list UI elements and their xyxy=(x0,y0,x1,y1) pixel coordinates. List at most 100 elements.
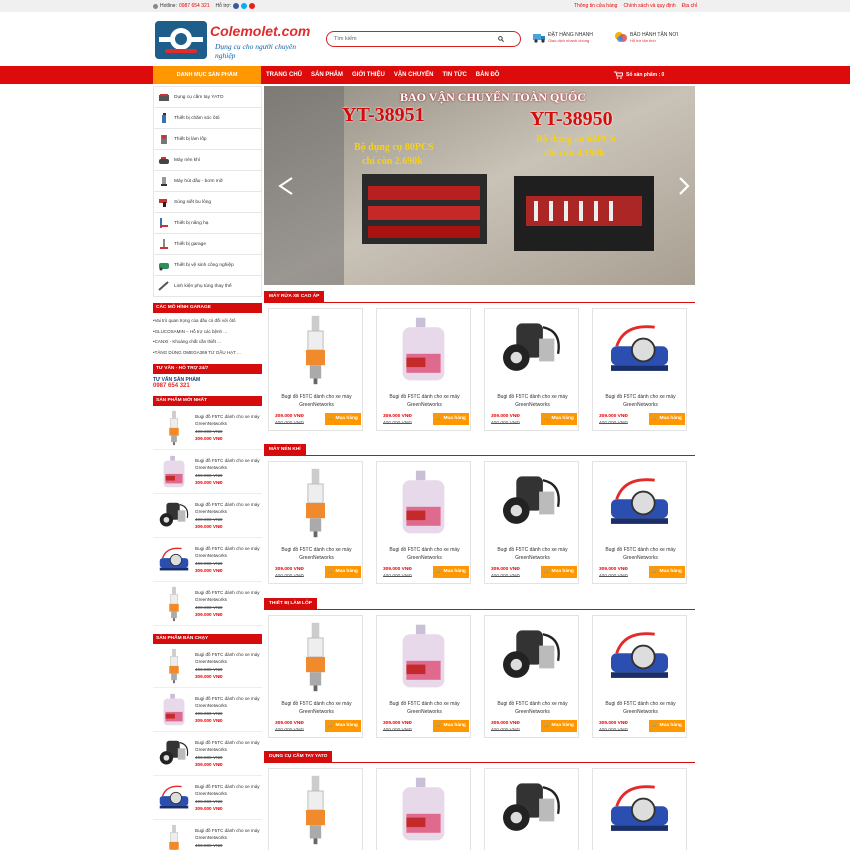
slider-next-button[interactable] xyxy=(679,174,693,198)
product-name[interactable]: Bugi đồ F5TC dành cho xe máy GreenNetwor… xyxy=(488,393,577,409)
product-card[interactable]: Bugi đồ F5TC dành cho xe máy GreenNetwor… xyxy=(484,461,579,584)
sidebar-product-image[interactable] xyxy=(153,779,195,817)
search-icon[interactable] xyxy=(498,36,504,42)
sidebar-product-name[interactable]: Bugi đồ F5TC dành cho xe máy GreenNetwor… xyxy=(195,651,260,666)
section-title[interactable]: THIẾT BỊ LÀM LỐP xyxy=(264,598,317,610)
product-name[interactable]: Bugi đồ F5TC dành cho xe máy GreenNetwor… xyxy=(272,700,361,716)
skype-icon[interactable] xyxy=(241,3,248,9)
product-image[interactable] xyxy=(271,465,360,541)
category-item[interactable]: Thiết bị garage xyxy=(154,234,261,255)
buy-button[interactable]: 🛒 Mua hàng xyxy=(433,413,469,425)
category-item[interactable]: Thiết bị chăm sóc ôtô xyxy=(154,108,261,129)
product-card[interactable]: Bugi đồ F5TC dành cho xe máy GreenNetwor… xyxy=(268,768,363,850)
product-name[interactable]: Bugi đồ F5TC dành cho xe máy GreenNetwor… xyxy=(272,393,361,409)
news-item[interactable]: •TĂNG DÙNG OMEGA369 TỪ DẦU HẠT ... xyxy=(153,348,262,359)
product-card[interactable]: Bugi đồ F5TC dành cho xe máy GreenNetwor… xyxy=(268,461,363,584)
sidebar-product-name[interactable]: Bugi đồ F5TC dành cho xe máy GreenNetwor… xyxy=(195,413,260,428)
buy-button[interactable]: 🛒 Mua hàng xyxy=(649,566,685,578)
buy-button[interactable]: 🛒 Mua hàng xyxy=(325,720,361,732)
product-name[interactable]: Bugi đồ F5TC dành cho xe máy GreenNetwor… xyxy=(380,393,469,409)
product-name[interactable]: Bugi đồ F5TC dành cho xe máy GreenNetwor… xyxy=(596,700,685,716)
product-card[interactable]: Bugi đồ F5TC dành cho xe máy GreenNetwor… xyxy=(484,308,579,431)
product-name[interactable]: Bugi đồ F5TC dành cho xe máy GreenNetwor… xyxy=(596,546,685,562)
product-name[interactable]: Bugi đồ F5TC dành cho xe máy GreenNetwor… xyxy=(596,393,685,409)
sidebar-product-name[interactable]: Bugi đồ F5TC dành cho xe máy GreenNetwor… xyxy=(195,545,260,560)
banner-slider[interactable]: BAO VẬN CHUYỂN TOÀN QUỐC YT-38951 Bộ dụn… xyxy=(264,86,695,285)
sidebar-product-image[interactable] xyxy=(153,647,195,685)
facebook-icon[interactable] xyxy=(233,3,240,9)
sidebar-product[interactable]: Bugi đồ F5TC dành cho xe máy GreenNetwor… xyxy=(153,582,262,626)
sidebar-product[interactable]: Bugi đồ F5TC dành cho xe máy GreenNetwor… xyxy=(153,820,262,850)
product-image[interactable] xyxy=(379,312,468,388)
category-item[interactable]: Thiết bị vệ sinh công nghiệp xyxy=(154,255,261,276)
news-item[interactable]: •Vai trò quan trọng của dầu có đối với ô… xyxy=(153,316,262,327)
sidebar-product[interactable]: Bugi đồ F5TC dành cho xe máy GreenNetwor… xyxy=(153,688,262,732)
section-title[interactable]: MÁY NÉN KHÍ xyxy=(264,444,306,456)
product-name[interactable]: Bugi đồ F5TC dành cho xe máy GreenNetwor… xyxy=(380,546,469,562)
product-image[interactable] xyxy=(271,772,360,848)
product-card[interactable]: Bugi đồ F5TC dành cho xe máy GreenNetwor… xyxy=(376,461,471,584)
sidebar-product-image[interactable] xyxy=(153,541,195,579)
sidebar-product[interactable]: Bugi đồ F5TC dành cho xe máy GreenNetwor… xyxy=(153,776,262,820)
sidebar-product[interactable]: Bugi đồ F5TC dành cho xe máy GreenNetwor… xyxy=(153,644,262,688)
product-card[interactable]: Bugi đồ F5TC dành cho xe máy GreenNetwor… xyxy=(376,308,471,431)
nav-home[interactable]: TRANG CHỦ xyxy=(266,72,302,78)
product-name[interactable]: Bugi đồ F5TC dành cho xe máy GreenNetwor… xyxy=(488,546,577,562)
buy-button[interactable]: 🛒 Mua hàng xyxy=(649,413,685,425)
top-link-store-info[interactable]: Thông tin cửa hàng xyxy=(574,3,617,9)
category-item[interactable]: Thiết bị làm lốp xyxy=(154,129,261,150)
product-image[interactable] xyxy=(595,465,684,541)
buy-button[interactable]: 🛒 Mua hàng xyxy=(433,720,469,732)
sidebar-product-image[interactable] xyxy=(153,497,195,535)
product-image[interactable] xyxy=(487,619,576,695)
product-card[interactable]: Bugi đồ F5TC dành cho xe máy GreenNetwor… xyxy=(268,308,363,431)
sidebar-product-name[interactable]: Bugi đồ F5TC dành cho xe máy GreenNetwor… xyxy=(195,827,260,842)
category-item[interactable]: Linh kiện phụ tùng thay thế xyxy=(154,276,261,297)
hotline-number[interactable]: 0987 654 321 xyxy=(179,3,210,9)
sidebar-product-image[interactable] xyxy=(153,735,195,773)
sidebar-product-image[interactable] xyxy=(153,691,195,729)
buy-button[interactable]: 🛒 Mua hàng xyxy=(541,413,577,425)
slider-prev-button[interactable] xyxy=(266,174,280,198)
sidebar-product-name[interactable]: Bugi đồ F5TC dành cho xe máy GreenNetwor… xyxy=(195,783,260,798)
product-name[interactable]: Bugi đồ F5TC dành cho xe máy GreenNetwor… xyxy=(272,546,361,562)
category-item[interactable]: Máy hút dầu - bơm mỡ xyxy=(154,171,261,192)
category-item[interactable]: Dụng cụ cầm tay YATO xyxy=(154,87,261,108)
sidebar-product-name[interactable]: Bugi đồ F5TC dành cho xe máy GreenNetwor… xyxy=(195,501,260,516)
buy-button[interactable]: 🛒 Mua hàng xyxy=(325,413,361,425)
product-name[interactable]: Bugi đồ F5TC dành cho xe máy GreenNetwor… xyxy=(488,700,577,716)
product-image[interactable] xyxy=(595,619,684,695)
category-item[interactable]: Thiết bị nâng hạ xyxy=(154,213,261,234)
cart-button[interactable]: Số sản phẩm : 0 xyxy=(614,71,664,79)
product-image[interactable] xyxy=(271,312,360,388)
top-link-policy[interactable]: Chính sách và quy định xyxy=(623,3,675,9)
buy-button[interactable]: 🛒 Mua hàng xyxy=(649,720,685,732)
product-image[interactable] xyxy=(487,465,576,541)
category-item[interactable]: Súng siết bu lông xyxy=(154,192,261,213)
sidebar-product-name[interactable]: Bugi đồ F5TC dành cho xe máy GreenNetwor… xyxy=(195,589,260,604)
search-input[interactable]: Tìm kiếm xyxy=(334,36,357,42)
product-image[interactable] xyxy=(379,772,468,848)
sidebar-product[interactable]: Bugi đồ F5TC dành cho xe máy GreenNetwor… xyxy=(153,494,262,538)
sidebar-product[interactable]: Bugi đồ F5TC dành cho xe máy GreenNetwor… xyxy=(153,538,262,582)
nav-shipping[interactable]: VẬN CHUYỂN xyxy=(394,72,434,78)
nav-news[interactable]: TIN TỨC xyxy=(442,72,466,78)
product-card[interactable]: Bugi đồ F5TC dành cho xe máy GreenNetwor… xyxy=(592,768,687,850)
product-card[interactable]: Bugi đồ F5TC dành cho xe máy GreenNetwor… xyxy=(376,768,471,850)
product-card[interactable]: Bugi đồ F5TC dành cho xe máy GreenNetwor… xyxy=(592,308,687,431)
category-item[interactable]: Máy nén khí xyxy=(154,150,261,171)
product-card[interactable]: Bugi đồ F5TC dành cho xe máy GreenNetwor… xyxy=(484,768,579,850)
sidebar-product-image[interactable] xyxy=(153,823,195,850)
news-item[interactable]: •GLUCOSAMIN – Hỗ trợ các bệnh ... xyxy=(153,327,262,338)
buy-button[interactable]: 🛒 Mua hàng xyxy=(325,566,361,578)
product-image[interactable] xyxy=(271,619,360,695)
product-card[interactable]: Bugi đồ F5TC dành cho xe máy GreenNetwor… xyxy=(376,615,471,738)
sidebar-product-name[interactable]: Bugi đồ F5TC dành cho xe máy GreenNetwor… xyxy=(195,739,260,754)
sidebar-product[interactable]: Bugi đồ F5TC dành cho xe máy GreenNetwor… xyxy=(153,732,262,776)
product-card[interactable]: Bugi đồ F5TC dành cho xe máy GreenNetwor… xyxy=(592,461,687,584)
buy-button[interactable]: 🛒 Mua hàng xyxy=(541,720,577,732)
sidebar-product-image[interactable] xyxy=(153,409,195,447)
site-logo[interactable]: Colemolet.com Dụng cụ cho người chuyên n… xyxy=(153,18,318,62)
product-image[interactable] xyxy=(595,772,684,848)
youtube-icon[interactable] xyxy=(249,3,256,9)
